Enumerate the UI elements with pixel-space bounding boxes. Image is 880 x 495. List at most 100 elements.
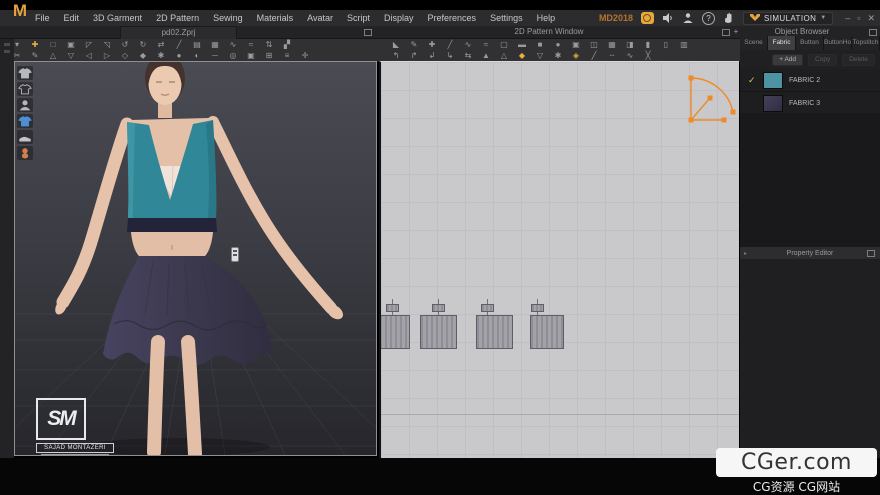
pattern-piece[interactable] bbox=[379, 315, 410, 349]
pattern-piece[interactable] bbox=[476, 315, 513, 349]
tool-icon[interactable]: ∿ bbox=[224, 39, 242, 50]
license-badge-icon[interactable] bbox=[641, 12, 654, 24]
tool-icon[interactable]: ▤ bbox=[188, 39, 206, 50]
simulation-dropdown[interactable]: SIMULATION ▼ bbox=[743, 12, 833, 25]
menu-settings[interactable]: Settings bbox=[483, 10, 530, 26]
menu-edit[interactable]: Edit bbox=[57, 10, 87, 26]
3d-viewport[interactable]: SM SAJAD MONTAZERI Author, 3d Artist, Tu… bbox=[14, 61, 377, 456]
tool-icon[interactable]: ◨ bbox=[621, 39, 639, 50]
menu-help[interactable]: Help bbox=[530, 10, 563, 26]
garment-wireframe-icon[interactable] bbox=[17, 82, 33, 96]
tool-icon[interactable]: ▮ bbox=[639, 39, 657, 50]
pattern-piece[interactable] bbox=[420, 315, 457, 349]
menu-file[interactable]: File bbox=[28, 10, 57, 26]
tool-icon[interactable]: ⇅ bbox=[260, 39, 278, 50]
tool-icon[interactable]: ▦ bbox=[206, 39, 224, 50]
avatar-skin-icon[interactable] bbox=[17, 146, 33, 160]
tool-icon[interactable]: ● bbox=[549, 39, 567, 50]
tool-icon[interactable]: ▯ bbox=[657, 39, 675, 50]
show-avatar-icon[interactable] bbox=[17, 98, 33, 112]
tool-icon[interactable]: ✚ bbox=[423, 39, 441, 50]
tool-icon[interactable]: ↱ bbox=[405, 50, 423, 61]
pattern-pleat-handle[interactable] bbox=[531, 304, 544, 312]
menu-script[interactable]: Script bbox=[340, 10, 377, 26]
menu-avatar[interactable]: Avatar bbox=[300, 10, 340, 26]
account-icon[interactable] bbox=[682, 12, 694, 24]
tool-icon[interactable]: ╱ bbox=[170, 39, 188, 50]
detach-window-icon[interactable] bbox=[869, 29, 877, 36]
tool-icon[interactable]: ▢ bbox=[495, 39, 513, 50]
2d-pattern-canvas[interactable] bbox=[379, 61, 739, 458]
tool-icon[interactable]: ◇ bbox=[116, 50, 134, 61]
tool-icon[interactable]: ▣ bbox=[62, 39, 80, 50]
restore-button[interactable]: ▫ bbox=[857, 10, 860, 26]
project-tab[interactable]: pd02.Zprj bbox=[120, 26, 237, 39]
tool-icon[interactable]: ╱ bbox=[441, 39, 459, 50]
gesture-hand-icon[interactable] bbox=[723, 12, 735, 24]
active-point-tool-icon[interactable]: ◈ bbox=[567, 50, 585, 61]
menu-3d-garment[interactable]: 3D Garment bbox=[86, 10, 149, 26]
tool-icon[interactable]: ✎ bbox=[26, 50, 44, 61]
tool-icon[interactable]: ≈ bbox=[477, 39, 495, 50]
tool-icon[interactable]: ✱ bbox=[152, 50, 170, 61]
menu-preferences[interactable]: Preferences bbox=[421, 10, 484, 26]
property-editor-header[interactable]: ▸ Property Editor bbox=[740, 247, 880, 259]
tool-icon[interactable]: ▣ bbox=[567, 39, 585, 50]
selected-skirt-pattern[interactable] bbox=[677, 70, 739, 130]
active-fabric-tool-icon[interactable]: ◆ bbox=[513, 50, 531, 61]
tool-icon[interactable]: ▷ bbox=[98, 50, 116, 61]
tool-icon[interactable]: ▽ bbox=[62, 50, 80, 61]
speaker-icon[interactable] bbox=[662, 12, 674, 24]
tool-icon[interactable]: ⊞ bbox=[260, 50, 278, 61]
tool-icon[interactable]: ▽ bbox=[531, 50, 549, 61]
fabric-item[interactable]: ✓FABRIC 2 bbox=[740, 69, 880, 92]
detach-window-icon[interactable] bbox=[722, 29, 730, 36]
copy-fabric-button[interactable]: Copy bbox=[808, 54, 837, 66]
tool-icon[interactable]: ↳ bbox=[441, 50, 459, 61]
tool-icon[interactable]: ▥ bbox=[675, 39, 693, 50]
tool-icon[interactable]: ⇆ bbox=[459, 50, 477, 61]
show-garment-icon[interactable] bbox=[17, 66, 33, 80]
pattern-pleat-handle[interactable] bbox=[432, 304, 445, 312]
pattern-pleat-handle[interactable] bbox=[386, 304, 399, 312]
tool-icon[interactable]: △ bbox=[44, 50, 62, 61]
tool-icon[interactable]: ◸ bbox=[80, 39, 98, 50]
tool-icon[interactable]: ▦ bbox=[603, 39, 621, 50]
move-tool-icon[interactable]: ✚ bbox=[26, 39, 44, 50]
menu-display[interactable]: Display bbox=[377, 10, 421, 26]
tab-fabric[interactable]: Fabric bbox=[768, 36, 796, 50]
tool-icon[interactable]: ↲ bbox=[423, 50, 441, 61]
tool-icon[interactable]: ≡ bbox=[278, 50, 296, 61]
tool-icon[interactable]: ▬ bbox=[513, 39, 531, 50]
pin-gizmo[interactable] bbox=[231, 247, 239, 262]
tool-icon[interactable]: ◐ bbox=[188, 50, 206, 61]
tool-icon[interactable]: ▞ bbox=[278, 39, 296, 50]
detach-window-icon[interactable] bbox=[364, 29, 372, 36]
tab-scene[interactable]: Scene bbox=[740, 36, 768, 50]
help-icon[interactable]: ? bbox=[702, 12, 715, 25]
fabric-item[interactable]: FABRIC 3 bbox=[740, 92, 880, 115]
pattern-pleat-handle[interactable] bbox=[481, 304, 494, 312]
menu-sewing[interactable]: Sewing bbox=[206, 10, 250, 26]
tool-icon[interactable]: ∿ bbox=[459, 39, 477, 50]
detach-window-icon[interactable] bbox=[867, 250, 875, 257]
delete-fabric-button[interactable]: Delete bbox=[842, 54, 875, 66]
tool-icon[interactable]: ◹ bbox=[98, 39, 116, 50]
tool-icon[interactable]: ╳ bbox=[639, 50, 657, 61]
close-button[interactable]: ✕ bbox=[867, 10, 875, 26]
tool-icon[interactable]: ◎ bbox=[224, 50, 242, 61]
menu-materials[interactable]: Materials bbox=[250, 10, 301, 26]
tool-icon[interactable]: ▲ bbox=[477, 50, 495, 61]
tool-icon[interactable]: ≈ bbox=[242, 39, 260, 50]
tab-buttonhole[interactable]: ButtonHole bbox=[824, 36, 852, 50]
transform-pattern-icon[interactable]: ◣ bbox=[387, 39, 405, 50]
tool-icon[interactable]: ┄ bbox=[603, 50, 621, 61]
shoe-icon[interactable] bbox=[17, 130, 33, 144]
add-fabric-button[interactable]: + Add bbox=[772, 54, 803, 66]
tool-icon[interactable]: □ bbox=[44, 39, 62, 50]
pattern-piece[interactable] bbox=[530, 315, 564, 349]
tool-icon[interactable]: ◁ bbox=[80, 50, 98, 61]
tool-icon[interactable]: ◆ bbox=[134, 50, 152, 61]
tab-button[interactable]: Button bbox=[796, 36, 824, 50]
tool-icon[interactable]: ◫ bbox=[585, 39, 603, 50]
